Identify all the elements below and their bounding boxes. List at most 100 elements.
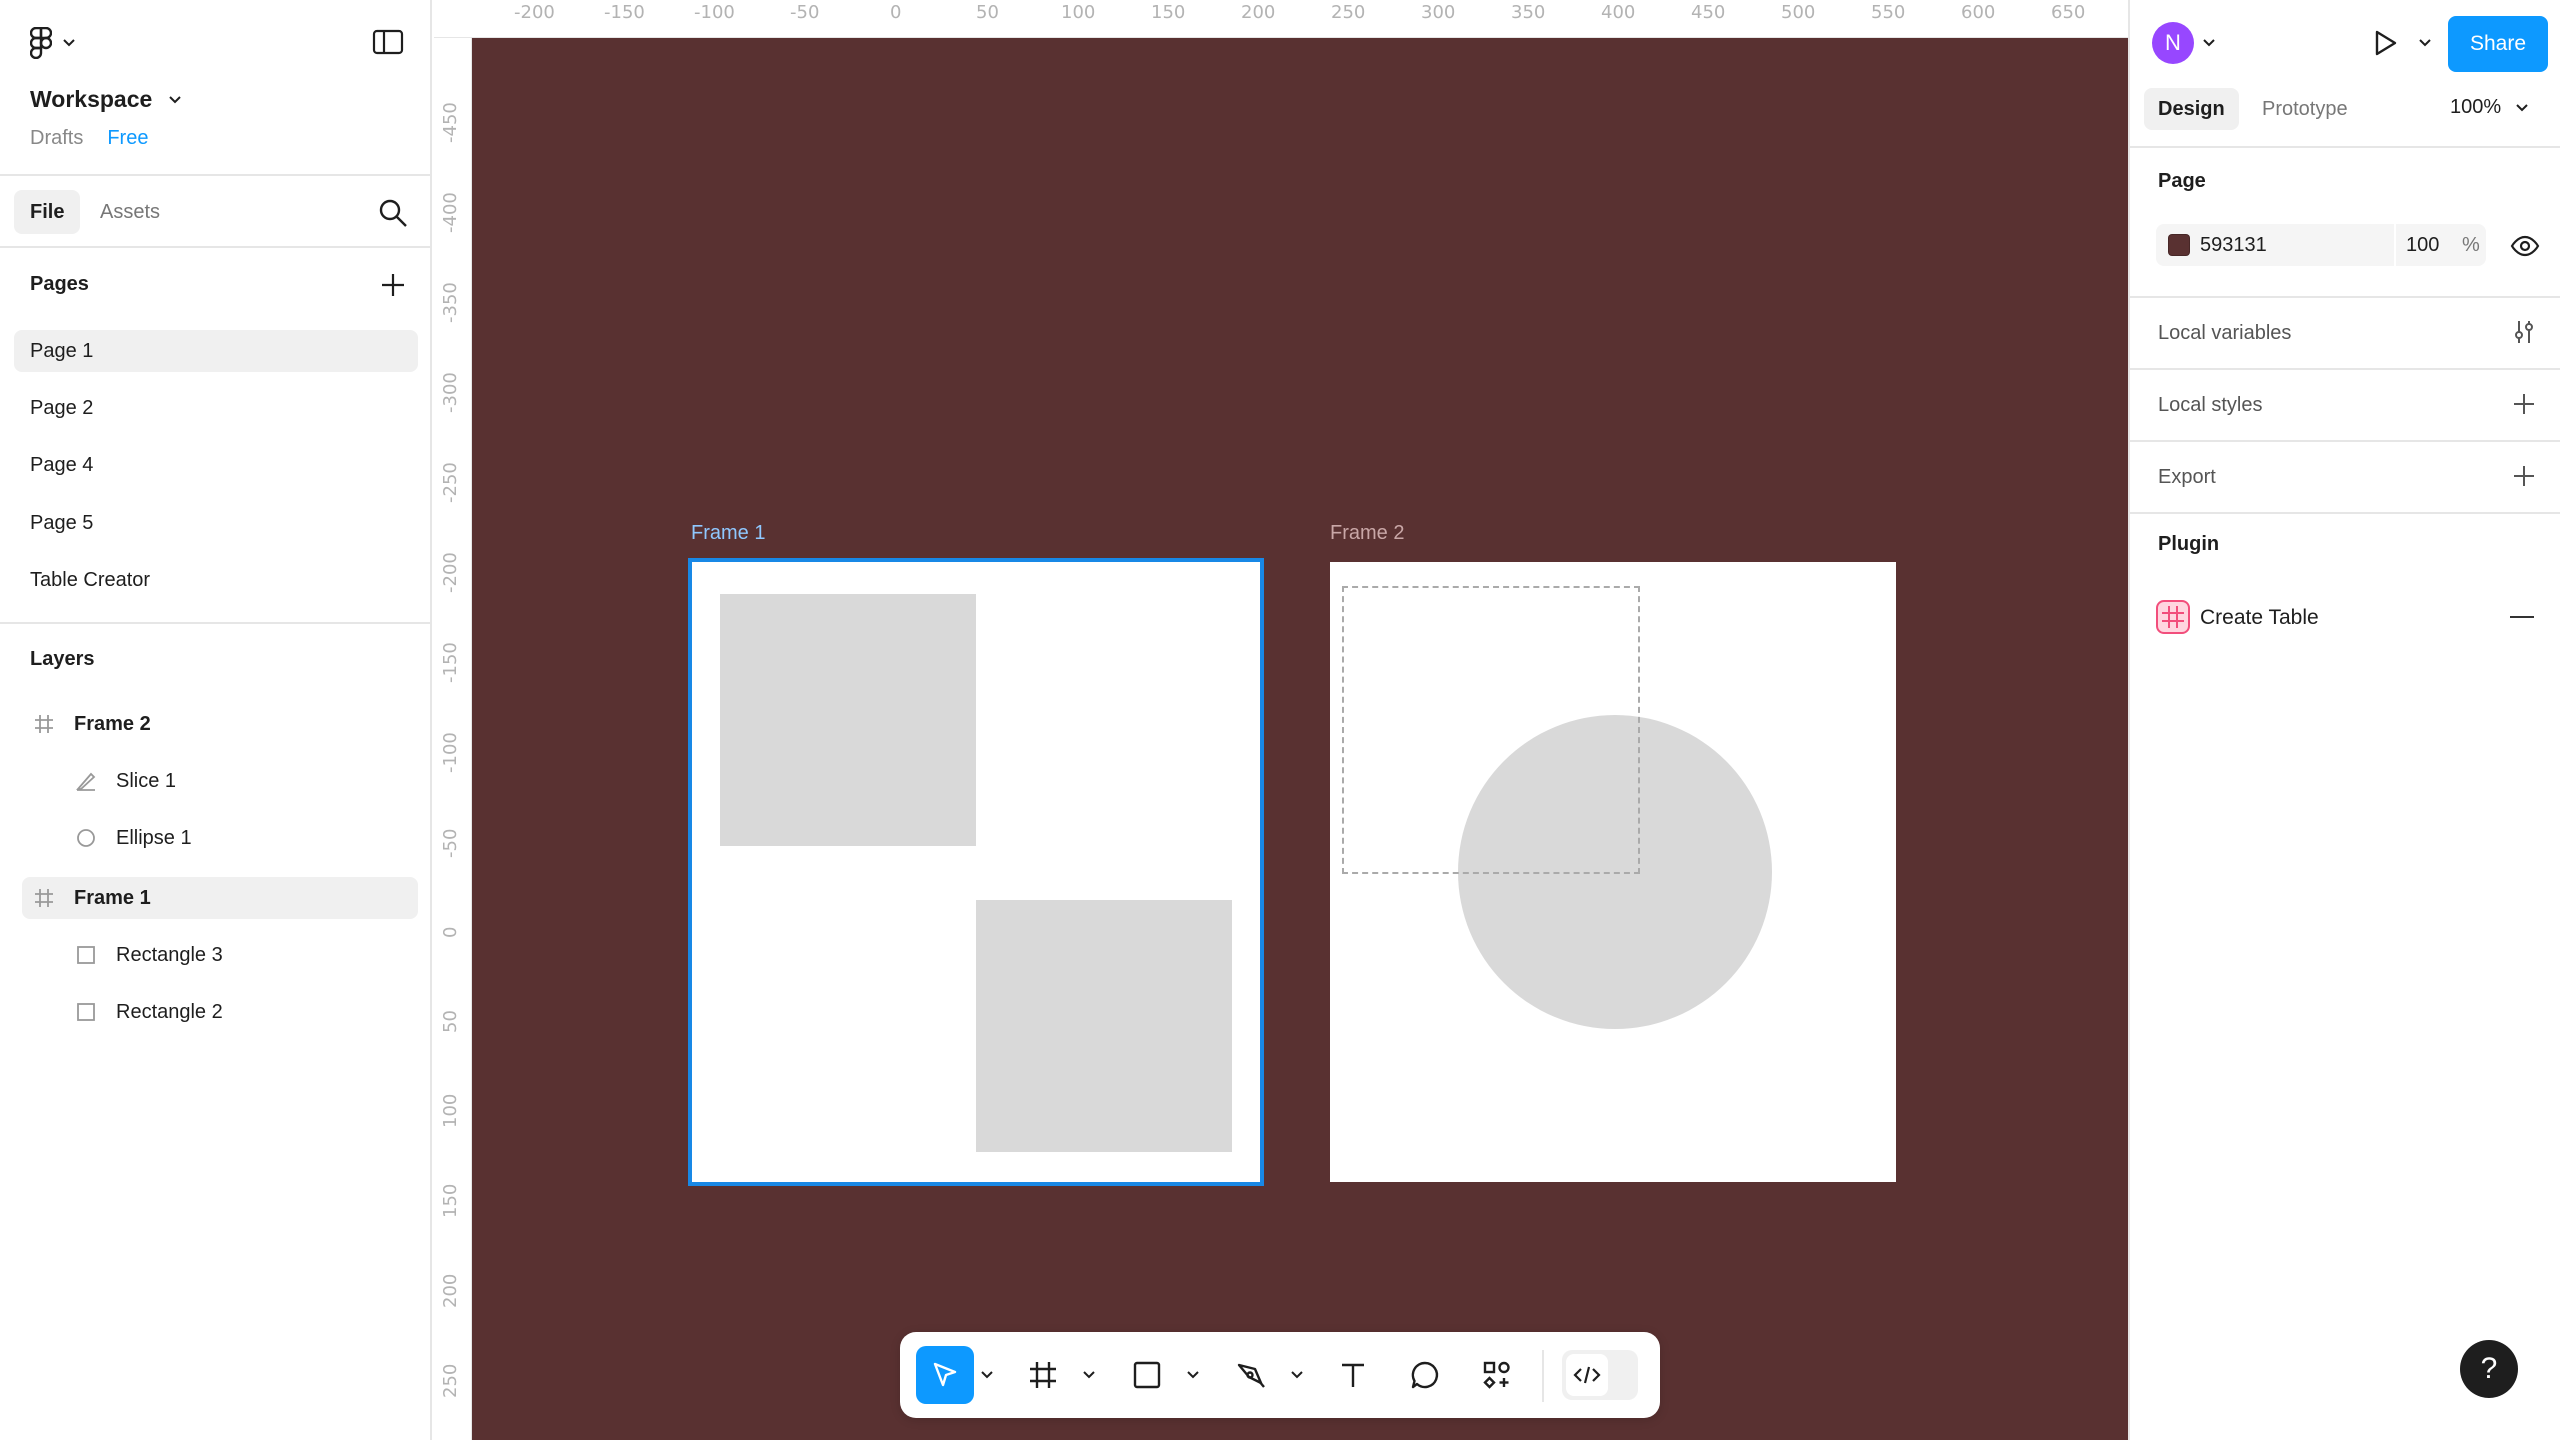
divider <box>2394 224 2396 266</box>
ruler-top: -200 -150 -100 -50 0 50 100 150 200 250 … <box>434 0 2128 38</box>
layer-row[interactable]: Ellipse 1 <box>22 817 418 859</box>
ruler-label: 400 <box>1601 2 1636 23</box>
layer-label: Frame 1 <box>74 886 151 909</box>
ruler-label: 0 <box>440 926 461 938</box>
plugin-name: Create Table <box>2200 606 2319 629</box>
rectangle-icon <box>1133 1361 1161 1389</box>
chevron-down-icon[interactable] <box>1082 1370 1096 1380</box>
zoom-dropdown[interactable]: 100% <box>2450 96 2529 119</box>
help-button[interactable]: ? <box>2460 1340 2518 1398</box>
tab-design[interactable]: Design <box>2144 88 2239 130</box>
layer-row[interactable]: Frame 1 <box>22 877 418 919</box>
rectangle-2[interactable] <box>976 900 1232 1152</box>
local-styles-label[interactable]: Local styles <box>2158 394 2263 417</box>
page-item[interactable]: Page 1 <box>14 330 418 372</box>
page-item[interactable]: Table Creator <box>14 559 418 601</box>
ruler-label: -300 <box>440 372 461 413</box>
ruler-label: -200 <box>514 2 555 23</box>
page-item[interactable]: Page 5 <box>14 502 418 544</box>
sliders-icon[interactable] <box>2510 318 2538 346</box>
tab-file[interactable]: File <box>14 190 81 234</box>
plugin-row[interactable]: Create Table <box>2156 598 2546 638</box>
ruler-label: -50 <box>440 828 461 858</box>
tab-assets[interactable]: Assets <box>84 190 176 234</box>
page-color-field[interactable]: 593131 100 % <box>2156 224 2486 266</box>
opacity-unit: % <box>2462 234 2480 256</box>
workspace-switcher[interactable]: Workspace <box>30 86 182 113</box>
frame-1[interactable] <box>688 558 1264 1186</box>
pen-icon <box>1237 1363 1265 1388</box>
slice-1[interactable] <box>1342 586 1640 874</box>
divider <box>0 622 432 624</box>
chevron-down-icon[interactable] <box>1186 1370 1200 1380</box>
main-menu-button[interactable] <box>30 26 84 60</box>
frame-tool-button[interactable] <box>1018 1346 1068 1404</box>
chevron-down-icon[interactable] <box>980 1370 994 1380</box>
share-button[interactable]: Share <box>2448 16 2548 72</box>
layer-row[interactable]: Frame 2 <box>22 703 418 745</box>
layer-label: Ellipse 1 <box>116 826 192 849</box>
ruler-label: 200 <box>1241 2 1276 23</box>
plus-icon[interactable] <box>2510 390 2538 418</box>
color-hex-input[interactable]: 593131 <box>2200 234 2267 257</box>
ruler-label: 0 <box>890 2 902 23</box>
frame-icon <box>32 712 56 736</box>
toggle-sidebar-icon[interactable] <box>372 28 404 56</box>
export-label[interactable]: Export <box>2158 466 2216 489</box>
ruler-label: 150 <box>1151 2 1186 23</box>
frame-label[interactable]: Frame 1 <box>691 522 765 545</box>
dev-mode-knob <box>1566 1354 1608 1396</box>
shape-tool-button[interactable] <box>1122 1346 1172 1404</box>
chevron-down-icon <box>63 39 75 47</box>
tab-prototype[interactable]: Prototype <box>2248 88 2362 130</box>
page-item[interactable]: Page 4 <box>14 444 418 486</box>
search-icon[interactable] <box>376 196 410 230</box>
local-variables-label[interactable]: Local variables <box>2158 322 2291 345</box>
color-swatch[interactable] <box>2168 234 2190 256</box>
layer-row[interactable]: Rectangle 3 <box>22 934 418 976</box>
table-icon <box>2156 600 2190 634</box>
opacity-input[interactable]: 100 <box>2406 234 2439 257</box>
eye-icon[interactable] <box>2510 232 2540 260</box>
divider <box>2130 512 2560 514</box>
ruler-label: -150 <box>440 642 461 683</box>
plan-badge[interactable]: Free <box>107 127 148 150</box>
layer-row[interactable]: Rectangle 2 <box>22 991 418 1033</box>
text-tool-button[interactable] <box>1328 1346 1378 1404</box>
chevron-down-icon[interactable] <box>2202 38 2216 48</box>
divider <box>1542 1350 1544 1402</box>
play-icon[interactable] <box>2370 28 2400 58</box>
ruler-label: -100 <box>440 732 461 773</box>
avatar[interactable]: N <box>2152 22 2194 64</box>
drafts-link[interactable]: Drafts <box>30 127 83 150</box>
ruler-label: 100 <box>440 1093 461 1128</box>
canvas[interactable]: Frame 1 Frame 2 <box>472 38 2128 1440</box>
chevron-down-icon <box>169 95 182 103</box>
chevron-down-icon[interactable] <box>1290 1370 1304 1380</box>
ruler-label: 300 <box>1421 2 1456 23</box>
ruler-label: 150 <box>440 1183 461 1218</box>
minus-icon[interactable] <box>2510 616 2534 618</box>
ruler-label: 50 <box>440 1010 461 1033</box>
ruler-label: 500 <box>1781 2 1816 23</box>
pen-tool-button[interactable] <box>1226 1346 1276 1404</box>
layer-row[interactable]: Slice 1 <box>22 760 418 802</box>
ruler-label: 250 <box>1331 2 1366 23</box>
plus-icon[interactable] <box>2510 462 2538 490</box>
plugin-section-title: Plugin <box>2158 533 2220 555</box>
left-tabs: File Assets <box>0 178 432 248</box>
frame-label[interactable]: Frame 2 <box>1330 522 1404 545</box>
page-item[interactable]: Page 2 <box>14 387 418 429</box>
chevron-down-icon[interactable] <box>2418 38 2432 48</box>
add-page-icon[interactable] <box>378 270 408 300</box>
comment-tool-button[interactable] <box>1400 1346 1450 1404</box>
actions-tool-button[interactable] <box>1472 1346 1522 1404</box>
slice-icon <box>74 769 98 793</box>
dev-mode-toggle[interactable] <box>1562 1350 1638 1400</box>
rectangle-3[interactable] <box>720 594 976 846</box>
ruler-label: -150 <box>604 2 645 23</box>
rectangle-icon <box>74 943 98 967</box>
frame-2[interactable] <box>1330 562 1896 1182</box>
move-tool-button[interactable] <box>916 1346 974 1404</box>
pages-title: Pages <box>30 273 89 295</box>
